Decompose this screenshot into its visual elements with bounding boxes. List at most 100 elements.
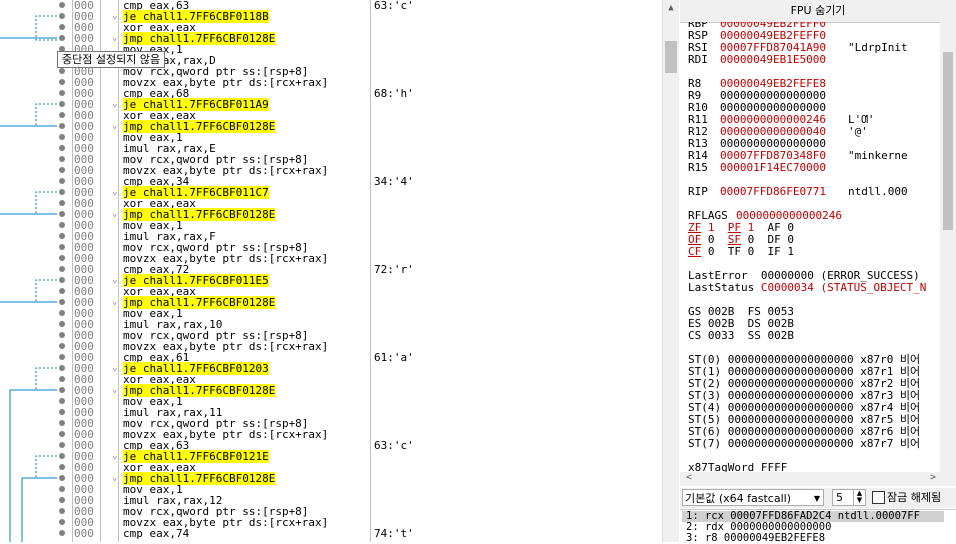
disasm-row[interactable]: 000 ⌄ jmp chall1.7FF6CBF0128E [0,208,662,221]
scroll-left-icon[interactable]: < [686,472,692,483]
breakpoint-dot-icon[interactable] [59,35,65,41]
disasm-row[interactable]: 000 imul rax,rax,F [0,231,662,242]
disasm-row[interactable]: 000 ⌄ jmp chall1.7FF6CBF0128E [0,472,662,485]
disasm-row[interactable]: 000 movzx eax,byte ptr ds:[rcx+rax] [0,165,662,176]
disasm-row[interactable]: 000 cmp eax,72 72:'r' [0,264,662,275]
disasm-row[interactable]: 000 cmp eax,63 63:'c' [0,0,662,11]
flag-value[interactable]: 0 [708,245,715,258]
breakpoint-dot-icon[interactable] [59,79,65,85]
breakpoint-dot-icon[interactable] [59,442,65,448]
disasm-row[interactable]: 000 imul rax,rax,12 [0,495,662,506]
breakpoint-dot-icon[interactable] [59,486,65,492]
breakpoint-dot-icon[interactable] [59,387,65,393]
breakpoint-dot-icon[interactable] [59,508,65,514]
breakpoint-dot-icon[interactable] [59,68,65,74]
disasm-row[interactable]: 000 xor eax,eax [0,22,662,33]
hide-fpu-button[interactable]: FPU 숨기기 [680,0,956,23]
disasm-row[interactable]: 000 ⌄ je chall1.7FF6CBF0118B [0,10,662,23]
disasm-row[interactable]: 000 ⌄ je chall1.7FF6CBF011E5 [0,274,662,287]
register-row[interactable]: R15 000001F14EC70000 [688,162,826,174]
disasm-row[interactable]: 000 imul rax,rax,E [0,143,662,154]
spinner-arrows-icon[interactable]: ▲ ▼ [853,490,865,505]
breakpoint-dot-icon[interactable] [59,530,65,536]
disasm-row[interactable]: 000 ⌄ je chall1.7FF6CBF0121E [0,450,662,463]
breakpoint-dot-icon[interactable] [59,409,65,415]
breakpoint-dot-icon[interactable] [59,255,65,261]
breakpoint-dot-icon[interactable] [59,112,65,118]
disasm-row[interactable]: 000 mov eax,1 [0,308,662,319]
disasm-row[interactable]: 000 ⌄ je chall1.7FF6CBF011C7 [0,186,662,199]
disasm-row[interactable]: 000 ⌄ jmp chall1.7FF6CBF0128E [0,384,662,397]
breakpoint-dot-icon[interactable] [59,277,65,283]
scrollbar-thumb[interactable] [943,52,953,230]
breakpoint-dot-icon[interactable] [59,299,65,305]
argument-count-spinner[interactable]: 5 ▲ ▼ [832,489,866,506]
breakpoint-dot-icon[interactable] [59,123,65,129]
disasm-row[interactable]: 000 mov rcx,qword ptr ss:[rsp+8] [0,418,662,429]
breakpoint-dot-icon[interactable] [59,233,65,239]
breakpoint-dot-icon[interactable] [59,365,65,371]
register-row[interactable]: RIP 00007FFD86FE0771 ntdll.000 [688,186,908,198]
calling-convention-select[interactable]: 기본값 (x64 fastcall) ▼ [682,489,824,506]
disasm-row[interactable]: 000 mov rcx,qword ptr ss:[rsp+8] [0,506,662,517]
disasm-row[interactable]: 000 cmp eax,68 68:'h' [0,88,662,99]
disasm-row[interactable]: 000 imul rax,rax,11 [0,407,662,418]
disasm-row[interactable]: 000 mov eax,1 [0,484,662,495]
breakpoint-dot-icon[interactable] [59,332,65,338]
disasm-row[interactable]: 000 movzx eax,byte ptr ds:[rcx+rax] [0,341,662,352]
disasm-row[interactable]: 000 xor eax,eax [0,374,662,385]
breakpoint-dot-icon[interactable] [59,266,65,272]
disasm-row[interactable]: 000 movzx eax,byte ptr ds:[rcx+rax] [0,253,662,264]
disasm-row[interactable]: 000 mov eax,1 [0,396,662,407]
flag-name[interactable]: IF [768,245,781,258]
disasm-row[interactable]: 000 xor eax,eax [0,462,662,473]
disasm-row[interactable]: 000 cmp eax,63 63:'c' [0,440,662,451]
register-row[interactable]: RDI 00000049EB1E5000 [688,54,826,66]
breakpoint-dot-icon[interactable] [59,288,65,294]
flag-value[interactable]: 1 [787,245,794,258]
breakpoint-dot-icon[interactable] [59,200,65,206]
disasm-row[interactable]: 000 ⌄ jmp chall1.7FF6CBF0128E [0,32,662,45]
breakpoint-dot-icon[interactable] [59,189,65,195]
breakpoint-dot-icon[interactable] [59,398,65,404]
st-value[interactable]: 0000000000000000000 x87r7 비어 [728,437,920,450]
breakpoint-dot-icon[interactable] [59,167,65,173]
segment-row[interactable]: CS 0033 SS 002B [688,330,794,342]
breakpoint-dot-icon[interactable] [59,354,65,360]
horizontal-scrollbar[interactable]: < > [680,472,956,486]
disasm-row[interactable]: 000 cmp eax,74 74:'t' [0,528,662,539]
scrollbar-thumb[interactable] [665,41,677,73]
disasm-row[interactable]: 000 movzx eax,byte ptr ds:[rcx+rax] [0,77,662,88]
breakpoint-dot-icon[interactable] [59,464,65,470]
disasm-row[interactable]: 000 mov eax,1 [0,220,662,231]
breakpoint-dot-icon[interactable] [59,343,65,349]
breakpoint-dot-icon[interactable] [59,156,65,162]
last-status-row[interactable]: LastStatus C0000034 (STATUS_OBJECT_N [688,282,926,294]
disasm-row[interactable]: 000 ⌄ jmp chall1.7FF6CBF0128E [0,120,662,133]
breakpoint-dot-icon[interactable] [59,178,65,184]
argument-row[interactable]: 3: r8 00000049EB2FEFE8 [686,533,825,544]
breakpoint-dot-icon[interactable] [59,222,65,228]
breakpoint-dot-icon[interactable] [59,2,65,8]
disasm-row[interactable]: 000 mov rcx,qword ptr ss:[rsp+8] [0,242,662,253]
disasm-row[interactable]: 000 xor eax,eax [0,110,662,121]
register-value[interactable]: 00000049EB1E5000 [720,53,826,66]
flag-name[interactable]: CF [688,245,701,258]
register-value[interactable]: 00007FFD86FE0771 [720,185,826,198]
disasm-row[interactable]: 000 ⌄ je chall1.7FF6CBF01203 [0,362,662,375]
register-list[interactable]: RBP 00000049EB2FEFF0 RSP 00000049EB2FEFF0 RS… [688,22,946,472]
disasm-row[interactable]: 000 ⌄ je chall1.7FF6CBF011A9 [0,98,662,111]
disasm-row[interactable]: 000 mov rcx,qword ptr ss:[rsp+8] [0,154,662,165]
disasm-row[interactable]: 000 xor eax,eax [0,198,662,209]
disasm-row[interactable]: 000 imul rax,rax,10 [0,319,662,330]
disasm-row[interactable]: 000 ⌄ jmp chall1.7FF6CBF0128E [0,296,662,309]
breakpoint-dot-icon[interactable] [59,101,65,107]
flag-value[interactable]: 0 [748,245,755,258]
breakpoint-dot-icon[interactable] [59,310,65,316]
breakpoint-dot-icon[interactable] [59,475,65,481]
tagword-row[interactable]: x87TagWord FFFF [688,462,787,473]
breakpoint-dot-icon[interactable] [59,453,65,459]
breakpoint-dot-icon[interactable] [59,13,65,19]
scroll-right-icon[interactable]: > [930,472,936,483]
disasm-row[interactable]: 000 cmp eax,34 34:'4' [0,176,662,187]
